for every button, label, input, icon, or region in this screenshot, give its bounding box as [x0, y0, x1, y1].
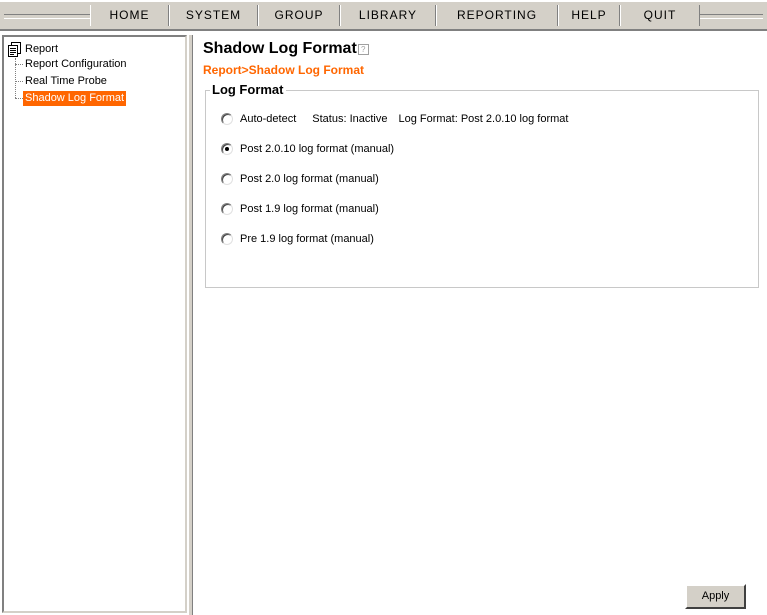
menu-group[interactable]: GROUP — [258, 5, 340, 26]
top-menu-bar: HOME SYSTEM GROUP LIBRARY REPORTING HELP… — [0, 0, 767, 31]
menu-reporting[interactable]: REPORTING — [436, 5, 558, 26]
page-title-container: Shadow Log Format? — [203, 40, 369, 58]
option-post-2-0-label: Post 2.0 log format (manual) — [240, 173, 379, 185]
option-auto-detect[interactable]: Auto-detect Status: Inactive Log Format:… — [221, 111, 568, 127]
radio-post-1-9[interactable] — [221, 203, 233, 215]
tree-connector — [15, 64, 23, 65]
tree-item-shadow-log-format[interactable]: Shadow Log Format — [23, 91, 127, 106]
pane-splitter[interactable] — [188, 35, 193, 615]
main-content: Shadow Log Format? Report>Shadow Log For… — [194, 35, 767, 615]
menu-library[interactable]: LIBRARY — [340, 5, 436, 26]
detected-format-text: Log Format: Post 2.0.10 log format — [398, 113, 569, 125]
page-title: Shadow Log Format — [203, 40, 357, 57]
menu-home[interactable]: HOME — [90, 5, 169, 26]
tree-connector — [15, 81, 23, 82]
tree-root-label: Report — [25, 43, 59, 55]
tree-item-report-configuration[interactable]: Report Configuration — [23, 57, 129, 72]
status-text: Status: Inactive — [312, 113, 388, 125]
menu-system[interactable]: SYSTEM — [169, 5, 258, 26]
menu-groove-right — [700, 14, 763, 19]
document-icon — [8, 41, 22, 57]
tree-item-real-time-probe[interactable]: Real Time Probe — [23, 74, 109, 89]
option-post-2-0[interactable]: Post 2.0 log format (manual) — [221, 171, 379, 187]
menu-quit[interactable]: QUIT — [620, 5, 700, 26]
help-icon[interactable]: ? — [357, 44, 369, 55]
radio-auto-detect[interactable] — [221, 113, 233, 125]
menu-groove-left — [4, 14, 90, 19]
option-post-2-0-10[interactable]: Post 2.0.10 log format (manual) — [221, 141, 394, 157]
option-post-2-0-10-label: Post 2.0.10 log format (manual) — [240, 143, 395, 155]
apply-button[interactable]: Apply — [685, 584, 746, 609]
option-post-1-9-label: Post 1.9 log format (manual) — [240, 203, 379, 215]
breadcrumb[interactable]: Report>Shadow Log Format — [203, 63, 364, 77]
option-pre-1-9[interactable]: Pre 1.9 log format (manual) — [221, 231, 374, 247]
option-pre-1-9-label: Pre 1.9 log format (manual) — [240, 233, 374, 245]
radio-pre-1-9[interactable] — [221, 233, 233, 245]
tree-connector — [15, 98, 23, 99]
option-auto-detect-label: Auto-detect — [240, 113, 297, 125]
radio-post-2-0[interactable] — [221, 173, 233, 185]
menu-help[interactable]: HELP — [558, 5, 620, 26]
option-post-1-9[interactable]: Post 1.9 log format (manual) — [221, 201, 379, 217]
radio-post-2-0-10[interactable] — [221, 143, 233, 155]
log-format-group: Log Format Auto-detect Status: Inactive … — [205, 82, 759, 288]
log-format-legend: Log Format — [210, 82, 286, 97]
navigation-tree: Report Report Configuration Real Time Pr… — [2, 35, 187, 613]
tree-root-report[interactable]: Report — [8, 41, 58, 57]
